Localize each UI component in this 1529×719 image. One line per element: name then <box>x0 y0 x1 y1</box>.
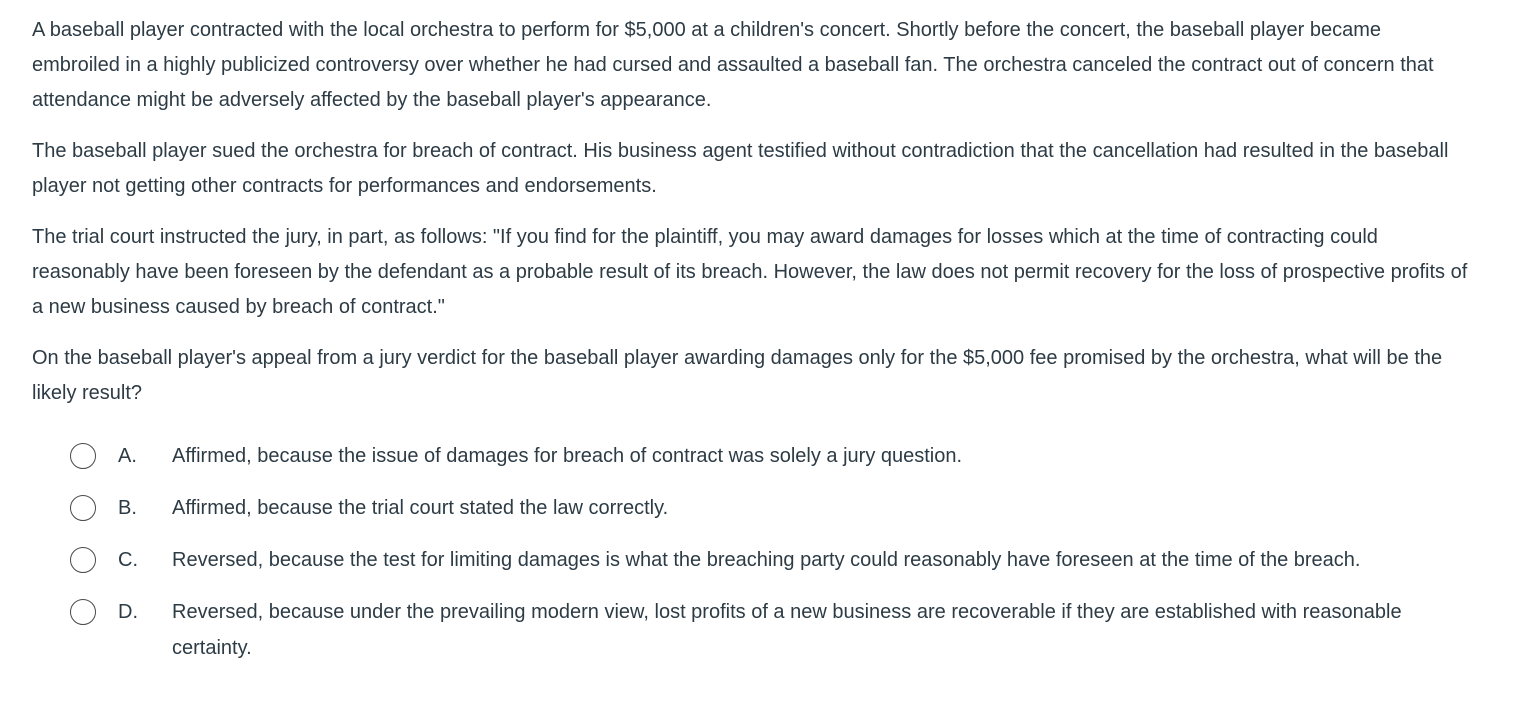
answer-option-a[interactable]: A. Affirmed, because the issue of damage… <box>70 438 1490 474</box>
radio-button-b[interactable] <box>70 495 96 521</box>
answer-text-a: Affirmed, because the issue of damages f… <box>172 445 963 467</box>
answer-letter-a: A. <box>118 445 137 467</box>
question-paragraph-1: A baseball player contracted with the lo… <box>32 19 1434 111</box>
radio-button-c[interactable] <box>70 547 96 573</box>
question-stem: A baseball player contracted with the lo… <box>32 13 1472 427</box>
question-paragraph-2: The baseball player sued the orchestra f… <box>32 140 1449 197</box>
answer-letter-d: D. <box>118 601 138 623</box>
answer-letter-c: C. <box>118 549 138 571</box>
answer-option-c[interactable]: C. Reversed, because the test for limiti… <box>70 542 1490 578</box>
answer-letter-b: B. <box>118 497 137 519</box>
radio-button-a[interactable] <box>70 443 96 469</box>
answer-option-d[interactable]: D. Reversed, because under the prevailin… <box>70 594 1490 666</box>
question-paragraph-4: On the baseball player's appeal from a j… <box>32 347 1443 404</box>
answer-option-b[interactable]: B. Affirmed, because the trial court sta… <box>70 490 1490 526</box>
answer-list: A. Affirmed, because the issue of damage… <box>70 438 1490 682</box>
answer-text-b: Affirmed, because the trial court stated… <box>172 497 669 519</box>
answer-text-c: Reversed, because the test for limiting … <box>172 549 1361 571</box>
radio-button-d[interactable] <box>70 599 96 625</box>
answer-text-d: Reversed, because under the prevailing m… <box>172 601 1402 659</box>
question-paragraph-3: The trial court instructed the jury, in … <box>32 226 1468 318</box>
